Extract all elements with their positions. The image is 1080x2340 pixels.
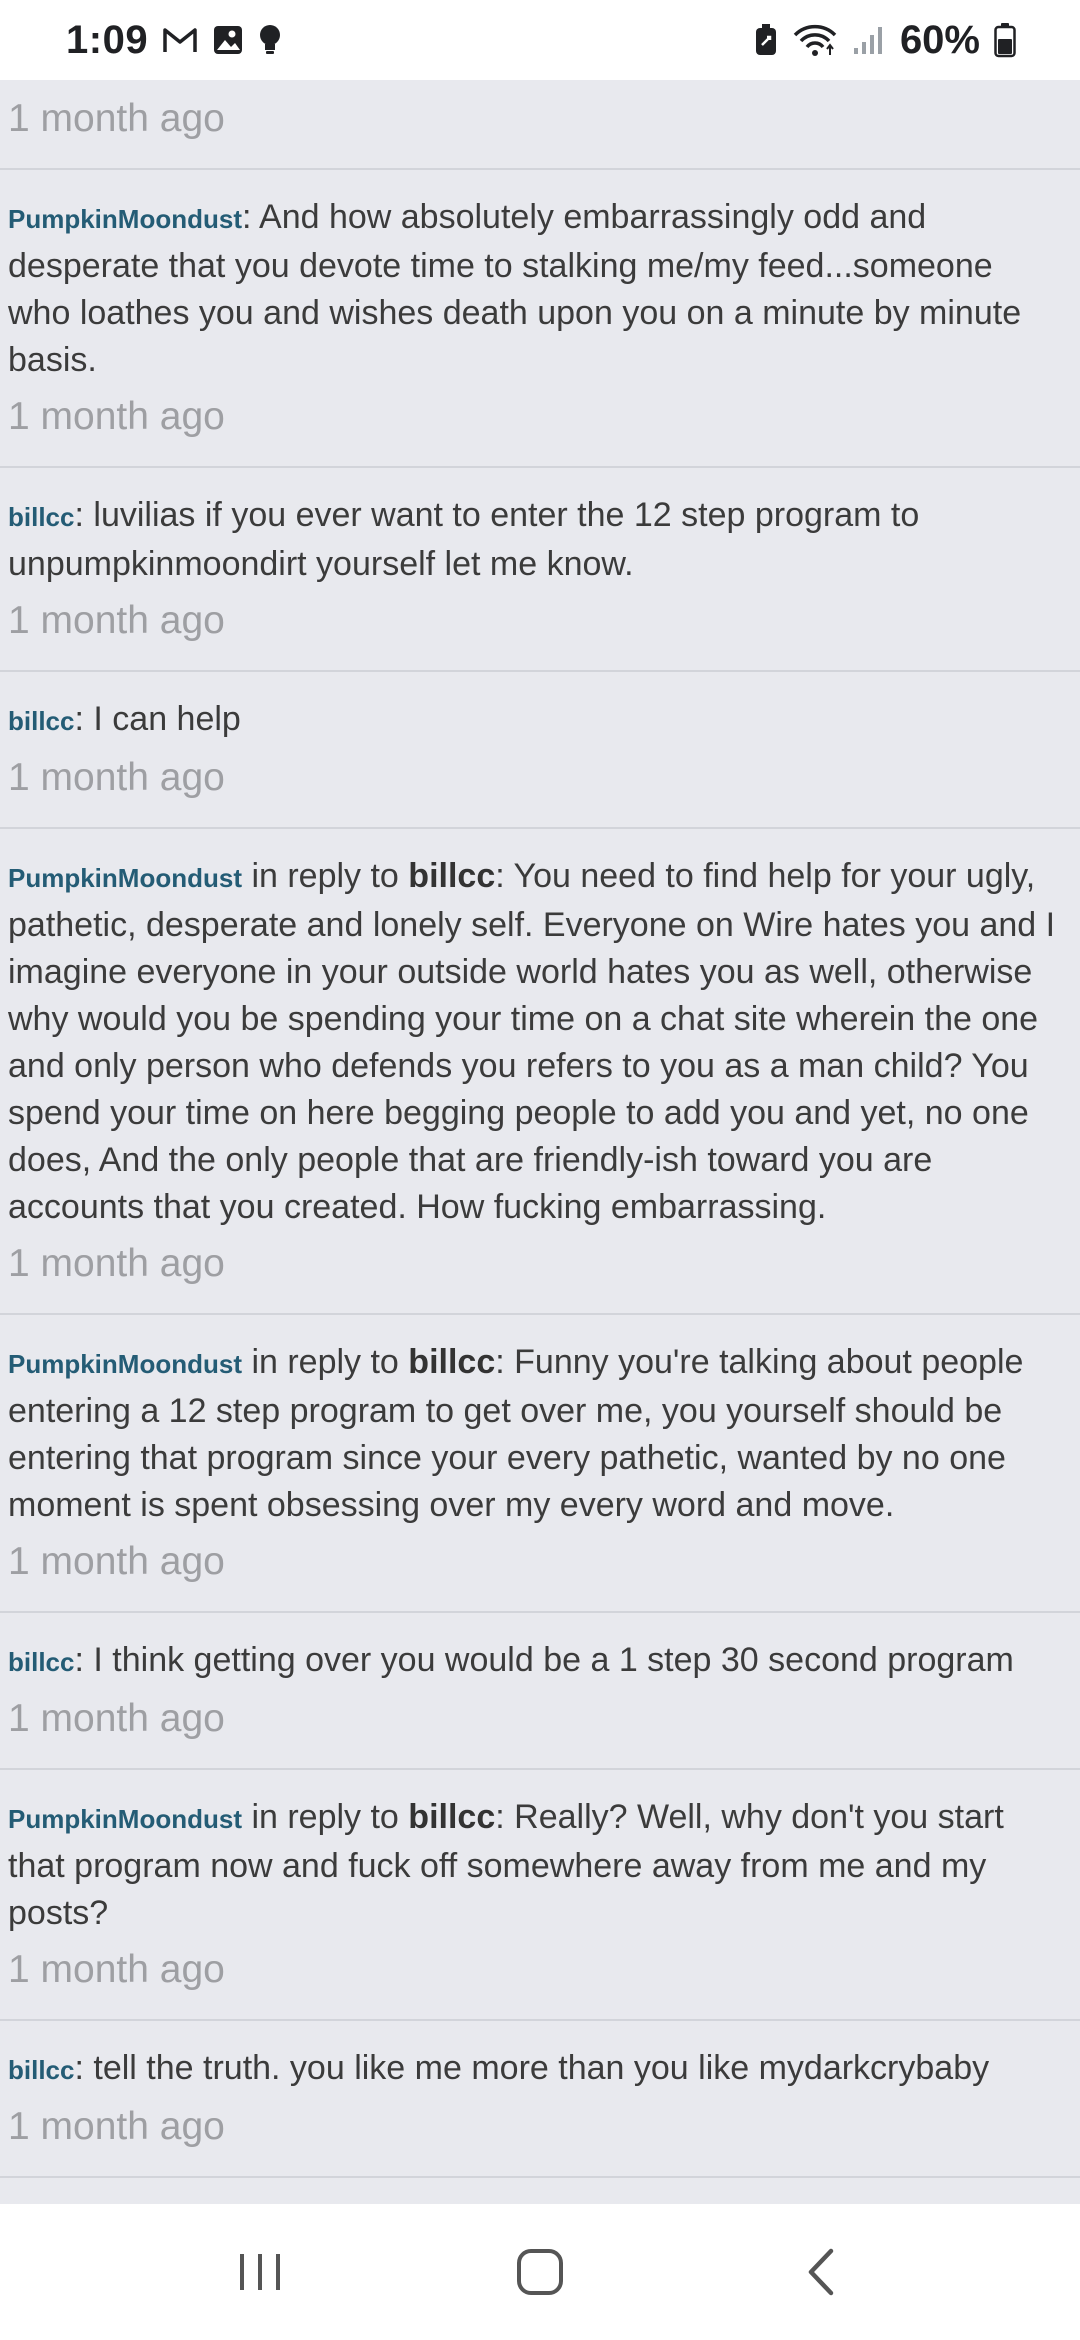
comment-timestamp: 1 month ago: [8, 2105, 225, 2148]
username-link[interactable]: billcc: [8, 1647, 74, 1677]
comment-body: billcc: I think getting over you would b…: [8, 1641, 1014, 1679]
back-button[interactable]: [760, 2222, 880, 2322]
reply-indicator: in reply to: [251, 1343, 399, 1381]
navigation-bar: [0, 2204, 1080, 2340]
comment-body: billcc: I can help: [8, 700, 241, 738]
comment-item: PumpkinMoondust in reply to billcc: Real…: [0, 1770, 1080, 2021]
comment-item: PumpkinMoondust: And how absolutely emba…: [0, 170, 1080, 468]
comment-text: You need to find help for your ugly, pat…: [8, 857, 1056, 1226]
status-right: 60%: [754, 18, 1016, 63]
username-link[interactable]: PumpkinMoondust: [8, 863, 242, 893]
comment-list: 1 month ago PumpkinMoondust: And how abso…: [0, 80, 1080, 2178]
username-link[interactable]: billcc: [8, 706, 74, 736]
comment-timestamp: 1 month ago: [8, 1540, 225, 1583]
status-bar: 1:09 60%: [0, 0, 1080, 80]
comment-body: billcc: luvilias if you ever want to ent…: [8, 496, 920, 583]
comment-body: PumpkinMoondust in reply to billcc: Real…: [8, 1798, 1004, 1932]
username-link[interactable]: billcc: [8, 502, 74, 532]
comment-item: billcc: I can help 1 month ago: [0, 672, 1080, 829]
comment-body: billcc: tell the truth. you like me more…: [8, 2049, 990, 2087]
username-link[interactable]: billcc: [8, 2055, 74, 2085]
comment-text: luvilias if you ever want to enter the 1…: [8, 496, 920, 583]
reply-target-link[interactable]: billcc: [408, 1343, 495, 1381]
reply-target-link[interactable]: billcc: [408, 1798, 495, 1836]
comment-timestamp: 1 month ago: [8, 395, 225, 438]
wifi-icon: [792, 23, 838, 57]
signal-icon: [852, 24, 886, 56]
comment-timestamp: 1 month ago: [8, 1697, 225, 1740]
comment-item: billcc: I think getting over you would b…: [0, 1613, 1080, 1770]
comment-body: PumpkinMoondust: And how absolutely emba…: [8, 198, 1022, 379]
comment-text: I think getting over you would be a 1 st…: [93, 1641, 1014, 1679]
comment-timestamp: 1 month ago: [8, 756, 225, 799]
recent-apps-button[interactable]: [200, 2222, 320, 2322]
comment-text: tell the truth. you like me more than yo…: [93, 2049, 990, 2087]
username-link[interactable]: PumpkinMoondust: [8, 1349, 242, 1379]
comment-timestamp: 1 month ago: [8, 1948, 225, 1991]
comment-timestamp: 1 month ago: [8, 599, 225, 642]
recent-apps-icon: [240, 2254, 280, 2290]
status-time: 1:09: [66, 17, 149, 62]
comment-body: PumpkinMoondust in reply to billcc: Funn…: [8, 1343, 1024, 1524]
username-link[interactable]: PumpkinMoondust: [8, 1804, 242, 1834]
home-icon: [517, 2249, 563, 2295]
comment-feed[interactable]: 1 month ago PumpkinMoondust: And how abso…: [0, 80, 1080, 2204]
comment-timestamp: 1 month ago: [8, 97, 225, 140]
gallery-icon: [212, 24, 244, 56]
comment-item: 1 month ago: [0, 80, 1080, 170]
status-left: 1:09: [66, 18, 282, 63]
comment-body: PumpkinMoondust in reply to billcc: You …: [8, 857, 1056, 1226]
bulb-icon: [258, 24, 282, 56]
comment-item: PumpkinMoondust in reply to billcc: You …: [0, 829, 1080, 1315]
comment-text: I can help: [93, 700, 241, 738]
username-link[interactable]: PumpkinMoondust: [8, 204, 242, 234]
battery-percent: 60%: [899, 17, 980, 62]
reply-target-link[interactable]: billcc: [408, 857, 495, 895]
battery-icon: [994, 22, 1016, 58]
comment-item: PumpkinMoondust in reply to billcc: Funn…: [0, 1315, 1080, 1613]
reply-indicator: in reply to: [251, 1798, 399, 1836]
back-icon: [808, 2248, 834, 2296]
reply-indicator: in reply to: [251, 857, 399, 895]
gmail-icon: [162, 25, 198, 55]
comment-timestamp: 1 month ago: [8, 1242, 225, 1285]
home-button[interactable]: [480, 2222, 600, 2322]
comment-item: billcc: tell the truth. you like me more…: [0, 2021, 1080, 2178]
battery-saver-icon: [754, 23, 778, 57]
comment-item: billcc: luvilias if you ever want to ent…: [0, 468, 1080, 672]
